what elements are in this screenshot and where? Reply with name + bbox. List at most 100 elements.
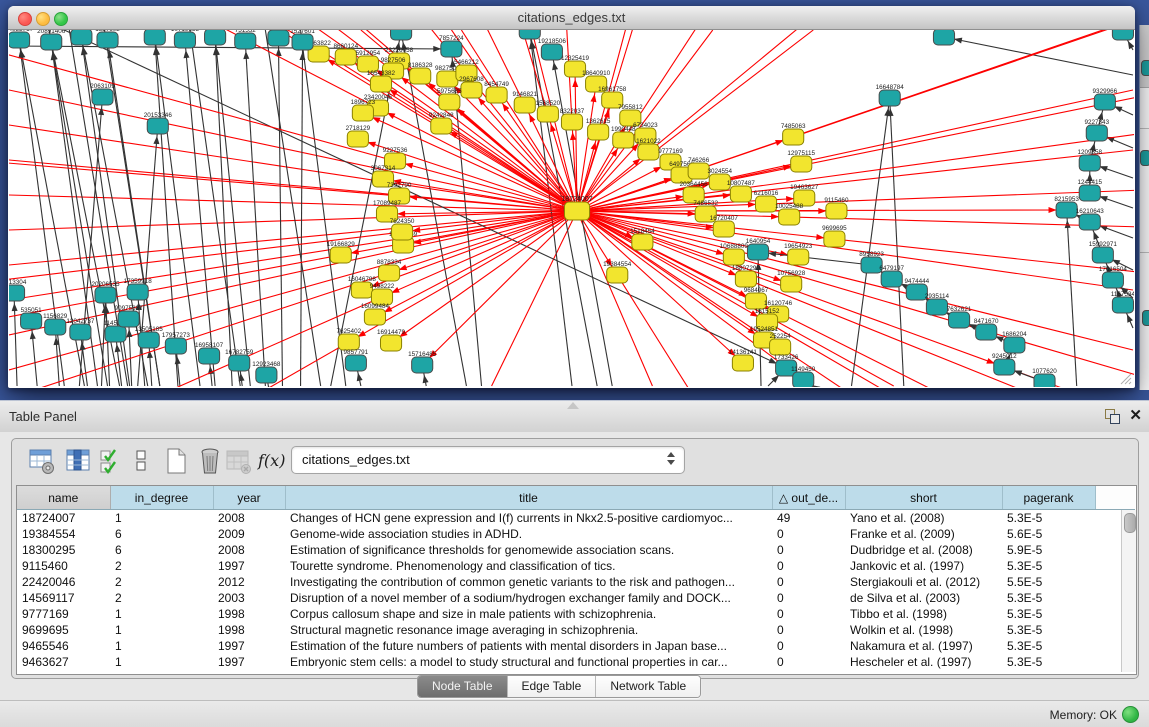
tab-network-table[interactable]: Network Table (596, 676, 700, 697)
graph-node[interactable] (1079, 155, 1100, 171)
table-cell[interactable]: 1 (110, 654, 213, 670)
graph-node[interactable] (437, 71, 458, 87)
table-cell[interactable]: 5.9E-5 (1002, 542, 1095, 558)
graph-node[interactable] (770, 339, 791, 355)
graph-node[interactable] (144, 30, 165, 45)
graph-node[interactable] (431, 118, 452, 134)
graph-node[interactable] (127, 284, 148, 300)
table-cell[interactable]: Hescheler et al. (1997) (845, 654, 1002, 670)
graph-node[interactable] (926, 299, 947, 315)
import-table-icon[interactable] (224, 447, 252, 475)
table-cell[interactable]: 1 (110, 638, 213, 654)
table-cell[interactable]: Changes of HCN gene expression and I(f) … (285, 510, 772, 527)
graph-node[interactable] (747, 244, 768, 260)
table-cell[interactable]: 0 (772, 526, 845, 542)
float-panel-icon[interactable] (1105, 409, 1120, 424)
graph-node[interactable] (735, 271, 756, 287)
splitter-handle[interactable] (567, 402, 579, 409)
graph-node[interactable] (755, 196, 776, 212)
table-cell[interactable]: 2003 (213, 590, 285, 606)
table-cell[interactable]: Investigating the contribution of common… (285, 574, 772, 590)
graph-node[interactable] (879, 90, 900, 106)
tab-edge-table[interactable]: Edge Table (508, 676, 597, 697)
table-cell[interactable]: 0 (772, 606, 845, 622)
table-source-dropdown[interactable]: citations_edges.txt (291, 446, 685, 474)
graph-node[interactable] (791, 156, 812, 172)
table-cell[interactable]: 1 (110, 622, 213, 638)
table-row[interactable]: 946554611997Estimation of the future num… (17, 638, 1135, 654)
graph-node[interactable] (147, 118, 168, 134)
table-cell[interactable]: 2012 (213, 574, 285, 590)
graph-node[interactable] (638, 144, 659, 160)
table-cell[interactable]: 6 (110, 542, 213, 558)
graph-node[interactable] (1056, 202, 1077, 218)
graph-node[interactable] (41, 34, 62, 50)
table-cell[interactable]: 0 (772, 622, 845, 638)
table-cell[interactable]: 0 (772, 574, 845, 590)
table-cell[interactable]: Disruption of a novel member of a sodium… (285, 590, 772, 606)
column-header-out_de[interactable]: △ out_de... (772, 486, 845, 510)
table-cell[interactable]: 5.3E-5 (1002, 622, 1095, 638)
graph-node[interactable] (292, 34, 313, 50)
graph-node[interactable] (268, 30, 289, 46)
table-cell[interactable]: 1997 (213, 558, 285, 574)
table-row[interactable]: 977716911998Corpus callosum shape and si… (17, 606, 1135, 622)
row-height-icon[interactable] (134, 447, 148, 475)
table-cell[interactable]: 19384554 (17, 526, 110, 542)
graph-node[interactable] (391, 30, 412, 40)
table-cell[interactable]: Structural magnetic resonance image aver… (285, 622, 772, 638)
graph-node[interactable] (256, 367, 277, 383)
table-cell[interactable]: 1 (110, 606, 213, 622)
table-cell[interactable]: 9465546 (17, 638, 110, 654)
graph-node[interactable] (229, 355, 250, 371)
table-row[interactable]: 2242004622012Investigating the contribut… (17, 574, 1135, 590)
graph-node[interactable] (1112, 297, 1133, 313)
graph-node[interactable] (561, 114, 582, 130)
table-cell[interactable]: 2009 (213, 526, 285, 542)
table-cell[interactable]: 2 (110, 574, 213, 590)
graph-node[interactable] (779, 209, 800, 225)
graph-node[interactable] (370, 76, 391, 92)
column-header-in_degree[interactable]: in_degree (110, 486, 213, 510)
graph-node[interactable] (118, 311, 139, 327)
graph-node[interactable] (71, 30, 92, 45)
table-cell[interactable]: 5.3E-5 (1002, 638, 1095, 654)
table-cell[interactable]: 5.3E-5 (1002, 590, 1095, 606)
graph-node[interactable] (730, 186, 751, 202)
table-row[interactable]: 969969511998Structural magnetic resonanc… (17, 622, 1135, 638)
table-cell[interactable]: Estimation of significance thresholds fo… (285, 542, 772, 558)
graph-node[interactable] (607, 267, 628, 283)
window-resize-grip[interactable] (1118, 371, 1132, 385)
graph-node[interactable] (613, 132, 634, 148)
graph-node[interactable] (783, 129, 804, 145)
table-cell[interactable]: 9699695 (17, 622, 110, 638)
table-cell[interactable]: 1998 (213, 606, 285, 622)
table-cell[interactable]: Yano et al. (2008) (845, 510, 1002, 527)
graph-node[interactable] (439, 94, 460, 110)
graph-node[interactable] (1079, 214, 1100, 230)
table-settings-icon[interactable] (28, 447, 56, 475)
graph-node[interactable] (514, 97, 535, 113)
graph-node[interactable] (338, 334, 359, 350)
table-cell[interactable]: 5.3E-5 (1002, 654, 1095, 670)
graph-node[interactable] (92, 89, 113, 105)
graph-node[interactable] (723, 249, 744, 265)
table-cell[interactable]: 5.6E-5 (1002, 526, 1095, 542)
table-cell[interactable]: 49 (772, 510, 845, 527)
graph-node[interactable] (347, 131, 368, 147)
graph-node[interactable] (541, 44, 562, 60)
graph-node[interactable] (199, 348, 220, 364)
table-cell[interactable]: 0 (772, 558, 845, 574)
table-row[interactable]: 1456911722003Disruption of a novel membe… (17, 590, 1135, 606)
graph-node[interactable] (713, 221, 734, 237)
table-cell[interactable]: 9115460 (17, 558, 110, 574)
network-window-titlebar[interactable]: citations_edges.txt (8, 6, 1135, 30)
close-panel-icon[interactable]: ✕ (1129, 406, 1142, 424)
column-header-pagerank[interactable]: pagerank (1002, 486, 1095, 510)
graph-node[interactable] (235, 33, 256, 49)
graph-node[interactable] (1079, 185, 1100, 201)
graph-node[interactable] (1102, 272, 1123, 288)
select-columns-icon[interactable] (98, 447, 126, 475)
graph-node[interactable] (1004, 337, 1025, 353)
table-cell[interactable]: 9777169 (17, 606, 110, 622)
